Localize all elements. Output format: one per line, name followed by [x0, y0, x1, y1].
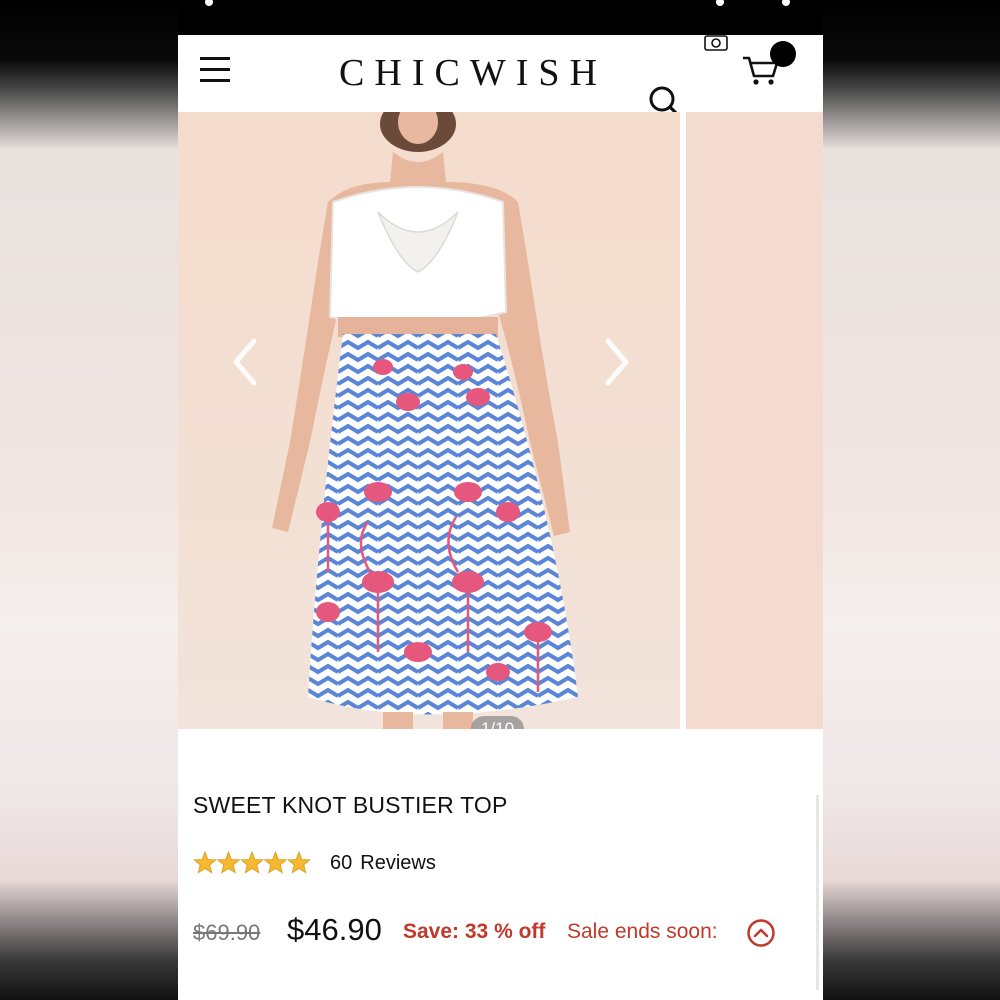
product-photo-illustration [272, 112, 578, 729]
status-icon [716, 0, 724, 6]
price-row: $69.90 $46.90 Save: 33 % off Sale ends s… [193, 912, 813, 952]
chevron-left-icon[interactable] [228, 337, 262, 387]
background-blur-right [822, 0, 1000, 1000]
scrollbar[interactable] [816, 795, 819, 990]
background-blur-left [0, 0, 178, 1000]
star-rating [193, 850, 311, 874]
sale-price: $46.90 [287, 912, 382, 947]
status-icon [782, 0, 790, 6]
reviews-link[interactable]: 60 Reviews [330, 852, 436, 875]
star-icon [240, 850, 264, 874]
sale-ends-label: Sale ends soon: [567, 920, 718, 943]
chevron-right-icon[interactable] [600, 337, 634, 387]
review-count: 60 [330, 852, 353, 874]
star-icon [287, 850, 311, 874]
product-image[interactable] [178, 112, 680, 729]
next-product-image[interactable] [686, 112, 823, 729]
original-price: $69.90 [193, 920, 261, 945]
status-bar [178, 0, 823, 35]
phone-screen: CHICWISH 1/10 SWEET KNOT BUSTIER TOP 60 … [178, 0, 823, 1000]
site-header: CHICWISH [178, 35, 823, 120]
hamburger-icon[interactable] [200, 57, 230, 83]
reviews-label: Reviews [360, 852, 436, 874]
chevron-up-circle-icon[interactable] [746, 918, 776, 948]
product-title: SWEET KNOT BUSTIER TOP [193, 792, 508, 818]
cart-count-badge [770, 41, 796, 67]
product-image-gallery[interactable]: 1/10 [178, 112, 823, 729]
image-counter: 1/10 [471, 716, 524, 729]
star-icon [216, 850, 241, 874]
discount-label: Save: 33 % off [403, 920, 546, 943]
star-icon [263, 850, 288, 874]
brand-logo[interactable]: CHICWISH [308, 51, 638, 95]
camera-icon[interactable] [704, 35, 728, 51]
status-icon [205, 0, 213, 6]
star-icon [193, 850, 217, 874]
